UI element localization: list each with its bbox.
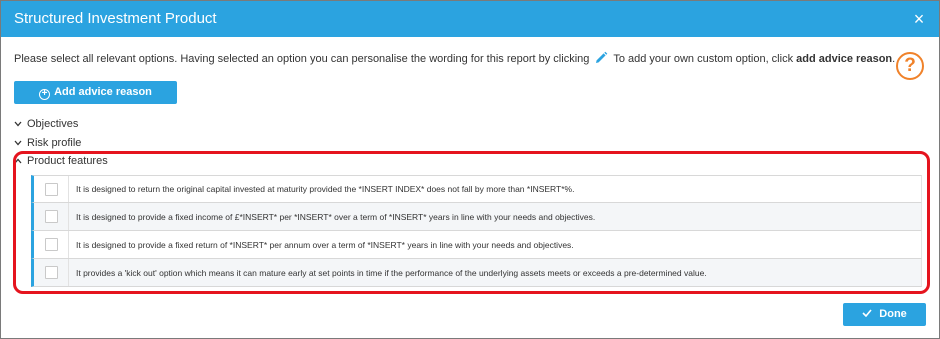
option-checkbox[interactable] xyxy=(44,266,58,279)
instructions-part2: To add your own custom option, click xyxy=(613,53,794,65)
pencil-icon xyxy=(594,51,608,65)
option-checkbox[interactable] xyxy=(44,210,58,223)
checkbox-cell xyxy=(34,231,69,258)
option-text: It provides a 'kick out' option which me… xyxy=(76,267,707,278)
help-circle-icon[interactable]: ? xyxy=(896,52,924,80)
section-risk-profile[interactable]: Risk profile xyxy=(14,137,81,149)
option-text: It is designed to provide a fixed return… xyxy=(76,239,574,250)
option-checkbox[interactable] xyxy=(44,238,58,251)
option-text: It is designed to provide a fixed income… xyxy=(76,211,596,222)
option-checkbox[interactable] xyxy=(44,182,58,196)
product-features-list: It is designed to return the original ca… xyxy=(31,175,922,287)
add-advice-reason-button[interactable]: + Add advice reason xyxy=(14,81,177,104)
section-objectives-label: Objectives xyxy=(27,118,79,130)
dialog-title-bar: Structured Investment Product × xyxy=(1,1,939,37)
option-row[interactable]: It is designed to provide a fixed return… xyxy=(31,231,922,259)
done-label: Done xyxy=(879,308,907,320)
instructions-part1: Please select all relevant options. Havi… xyxy=(14,53,590,65)
dialog: Structured Investment Product × Please s… xyxy=(0,0,940,339)
done-button[interactable]: Done xyxy=(843,303,926,326)
section-objectives[interactable]: Objectives xyxy=(14,118,78,130)
instructions-end: . xyxy=(892,53,896,65)
option-row[interactable]: It provides a 'kick out' option which me… xyxy=(31,259,922,287)
plus-circle-icon: + xyxy=(39,89,51,100)
option-row[interactable]: It is designed to return the original ca… xyxy=(31,175,922,203)
add-advice-reason-label: Add advice reason xyxy=(54,86,152,98)
close-icon[interactable]: × xyxy=(909,9,929,29)
option-text: It is designed to return the original ca… xyxy=(76,184,575,194)
chevron-down-icon xyxy=(14,119,24,129)
check-icon xyxy=(862,308,879,320)
checkbox-cell xyxy=(34,203,69,230)
checkbox-cell xyxy=(34,176,69,202)
checkbox-cell xyxy=(34,259,69,286)
dialog-title: Structured Investment Product xyxy=(14,10,217,27)
instructions-text: Please select all relevant options. Havi… xyxy=(14,51,895,65)
chevron-down-icon xyxy=(14,138,24,148)
section-risk-profile-label: Risk profile xyxy=(27,137,82,149)
option-row[interactable]: It is designed to provide a fixed income… xyxy=(31,203,922,231)
instructions-bold: add advice reason xyxy=(796,53,893,65)
